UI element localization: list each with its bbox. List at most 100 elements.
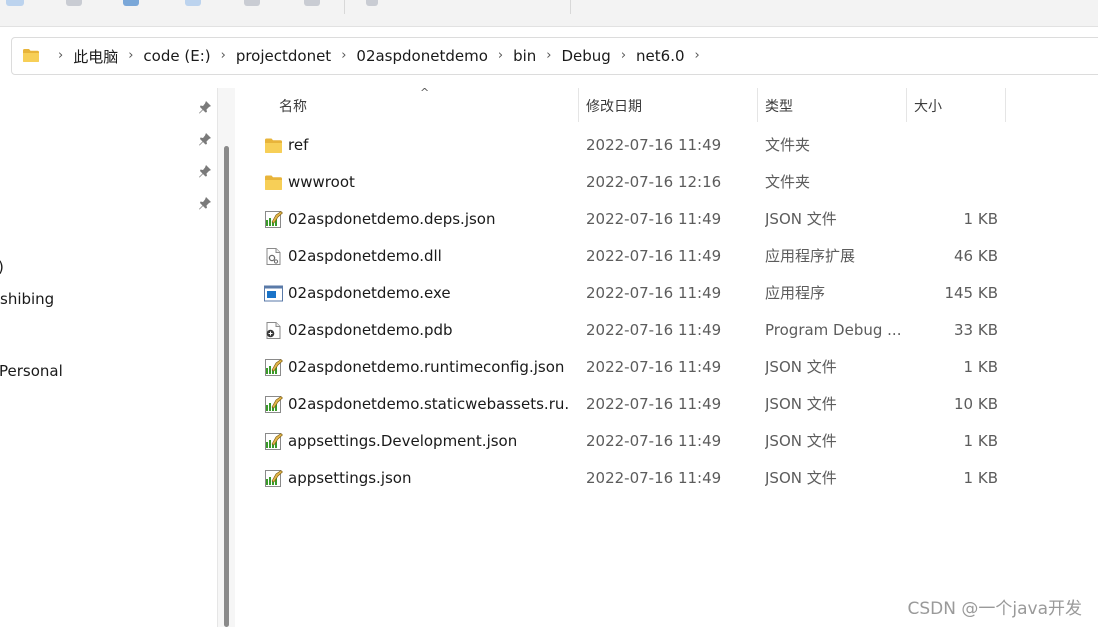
exe-file-icon [264,285,283,302]
file-row[interactable]: wwwroot 2022-07-16 12:16 文件夹 [258,164,1018,201]
file-date: 2022-07-16 11:49 [586,395,722,413]
nav-scrollbar-thumb[interactable] [224,146,229,627]
folder-icon [264,137,283,154]
json-file-icon [264,396,283,413]
chevron-right-icon[interactable]: › [621,48,626,63]
chevron-right-icon[interactable]: › [695,48,700,63]
column-separator[interactable] [757,88,758,122]
column-header-type[interactable]: 类型 [765,92,793,120]
pin-icon[interactable] [198,196,212,210]
file-name[interactable]: 02aspdonetdemo.dll [288,238,570,275]
chevron-right-icon[interactable]: › [58,48,63,63]
column-separator[interactable] [1005,88,1006,122]
file-size: 1 KB [963,469,998,487]
column-header-date[interactable]: 修改日期 [586,92,642,120]
toolbar-separator [344,0,345,14]
file-name[interactable]: 02aspdonetdemo.exe [288,275,570,312]
toolbar-sort-icon[interactable] [366,0,378,6]
breadcrumb-item[interactable]: code (E:) [143,47,210,65]
file-date: 2022-07-16 11:49 [586,432,722,450]
file-name[interactable]: ref [288,127,570,164]
pin-icon[interactable] [198,132,212,146]
column-header-name[interactable]: 名称 [279,92,307,120]
toolbar-rename-icon[interactable] [185,0,201,6]
file-size: 33 KB [954,321,998,339]
folder-icon [264,174,283,191]
chevron-right-icon[interactable]: › [221,48,226,63]
file-size: 145 KB [944,284,998,302]
toolbar-copy-icon[interactable] [66,0,82,6]
file-date: 2022-07-16 11:49 [586,469,722,487]
file-row[interactable]: 02aspdonetdemo.runtimeconfig.json 2022-07… [258,349,1018,386]
breadcrumb-item[interactable]: 此电脑 [73,46,118,67]
breadcrumb-item[interactable]: net6.0 [636,47,684,65]
json-file-icon [264,359,283,376]
file-date: 2022-07-16 11:49 [586,136,722,154]
chevron-right-icon[interactable]: › [341,48,346,63]
file-size: 1 KB [963,210,998,228]
file-size: 1 KB [963,432,998,450]
file-type: 应用程序扩展 [765,247,856,265]
breadcrumb-item[interactable]: projectdonet [236,47,331,65]
pin-icon[interactable] [198,164,212,178]
file-row[interactable]: 02aspdonetdemo.dll 2022-07-16 11:49 应用程序扩展… [258,238,1018,275]
file-date: 2022-07-16 12:16 [586,173,722,191]
file-date: 2022-07-16 11:49 [586,247,722,265]
command-toolbar [0,0,1098,27]
toolbar-separator [570,0,571,14]
file-size: 1 KB [963,358,998,376]
file-size: 10 KB [954,395,998,413]
breadcrumb-item[interactable]: bin [513,47,536,65]
sort-ascending-icon: ^ [420,86,430,99]
chevron-right-icon[interactable]: › [128,48,133,63]
nav-item[interactable]: Personal [0,362,63,380]
nav-item[interactable]: shibing [0,290,54,308]
file-name[interactable]: 02aspdonetdemo.staticwebassets.ru... [288,386,570,423]
toolbar-delete-icon[interactable] [304,0,320,6]
breadcrumb: › 此电脑 › code (E:) › projectdonet › 02aspdonetde… [48,38,710,74]
file-date: 2022-07-16 11:49 [586,358,722,376]
toolbar-view-icon[interactable] [6,0,24,6]
file-size: 46 KB [954,247,998,265]
file-type: JSON 文件 [765,432,837,450]
breadcrumb-item[interactable]: Debug [562,47,611,65]
file-name[interactable]: 02aspdonetdemo.pdb [288,312,570,349]
dll-file-icon [264,248,283,265]
file-type: JSON 文件 [765,469,837,487]
toolbar-paste-icon[interactable] [123,0,139,6]
toolbar-share-icon[interactable] [244,0,260,6]
nav-item[interactable]: ) [0,258,4,276]
file-name[interactable]: 02aspdonetdemo.runtimeconfig.json [288,349,570,386]
chevron-right-icon[interactable]: › [546,48,551,63]
watermark: CSDN @一个java开发 [907,599,1083,619]
file-row[interactable]: 02aspdonetdemo.pdb 2022-07-16 11:49 Progra… [258,312,1018,349]
file-row[interactable]: 02aspdonetdemo.exe 2022-07-16 11:49 应用程序 14… [258,275,1018,312]
file-row[interactable]: ref 2022-07-16 11:49 文件夹 [258,127,1018,164]
column-separator[interactable] [578,88,579,122]
file-name[interactable]: appsettings.Development.json [288,423,570,460]
json-file-icon [264,470,283,487]
file-row[interactable]: appsettings.json 2022-07-16 11:49 JSON 文件 1… [258,460,1018,497]
file-row[interactable]: 02aspdonetdemo.staticwebassets.ru... 2022… [258,386,1018,423]
file-type: 文件夹 [765,173,811,191]
column-header-size[interactable]: 大小 [914,92,942,120]
file-row[interactable]: 02aspdonetdemo.deps.json 2022-07-16 11:49… [258,201,1018,238]
column-separator[interactable] [906,88,907,122]
breadcrumb-item[interactable]: 02aspdonetdemo [356,47,487,65]
file-type: JSON 文件 [765,395,837,413]
json-file-icon [264,433,283,450]
address-bar[interactable]: › 此电脑 › code (E:) › projectdonet › 02aspdonetde… [11,37,1098,75]
file-type: 应用程序 [765,284,826,302]
pin-icon[interactable] [198,100,212,114]
file-name[interactable]: 02aspdonetdemo.deps.json [288,201,570,238]
file-name[interactable]: appsettings.json [288,460,570,497]
folder-icon [23,49,39,62]
file-row[interactable]: appsettings.Development.json 2022-07-16 1… [258,423,1018,460]
file-type: 文件夹 [765,136,811,154]
pdb-file-icon [264,322,283,339]
file-date: 2022-07-16 11:49 [586,284,722,302]
file-name[interactable]: wwwroot [288,164,570,201]
file-type: JSON 文件 [765,358,837,376]
file-size [908,127,998,164]
chevron-right-icon[interactable]: › [498,48,503,63]
